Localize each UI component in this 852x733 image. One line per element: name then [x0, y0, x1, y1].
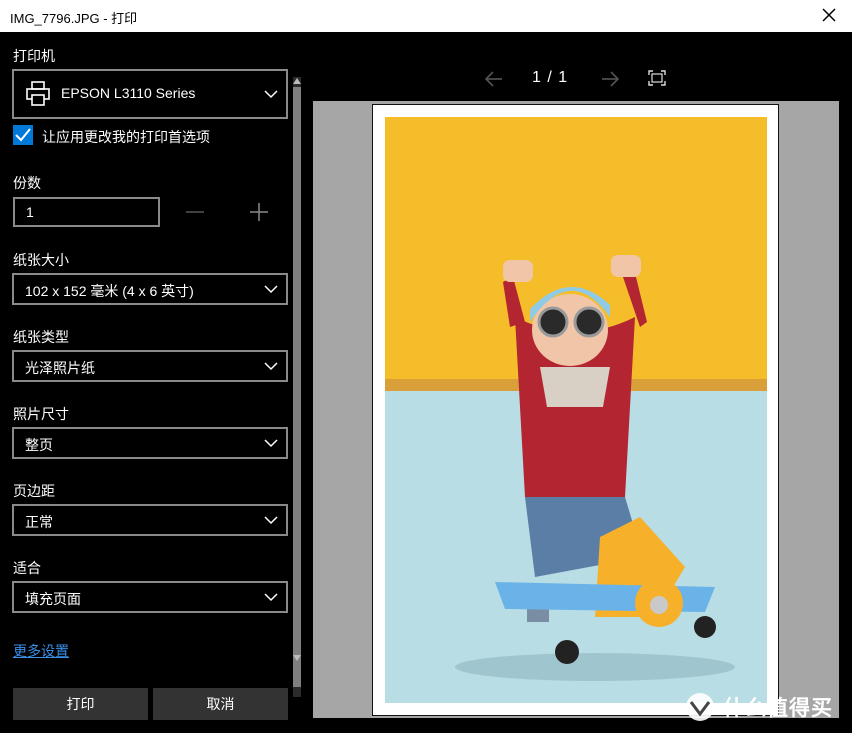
printer-label: 打印机	[13, 48, 55, 64]
more-settings-link[interactable]: 更多设置	[13, 641, 69, 661]
copies-value: 1	[26, 204, 34, 220]
cancel-button[interactable]: 取消	[153, 688, 288, 720]
page-indicator: 1 / 1	[532, 69, 569, 86]
paper-type-value: 光泽照片纸	[25, 360, 95, 376]
title-bar: IMG_7796.JPG - 打印	[0, 0, 852, 32]
plus-icon[interactable]	[249, 202, 269, 222]
close-icon[interactable]	[820, 6, 838, 24]
photo-size-select[interactable]: 整页	[12, 427, 288, 459]
scroll-down-icon[interactable]	[292, 654, 302, 662]
page-navigator: 1 / 1	[306, 66, 852, 92]
settings-panel: 打印机 EPSON L3110 Series 让应用更改我的打印首选项 份数 1…	[0, 32, 306, 733]
app-prefs-label: 让应用更改我的打印首选项	[42, 129, 210, 145]
chevron-down-icon	[264, 439, 278, 448]
photo-shadow	[455, 653, 735, 681]
previous-page-icon[interactable]	[484, 70, 504, 88]
paper-size-label: 纸张大小	[13, 252, 69, 268]
fit-select[interactable]: 填充页面	[12, 581, 288, 613]
chevron-down-icon	[264, 593, 278, 602]
checkmark-icon	[15, 128, 31, 142]
watermark-logo: 什么值得买	[683, 690, 843, 724]
margins-label: 页边距	[13, 483, 55, 499]
fit-label: 适合	[13, 560, 41, 576]
watermark-icon	[686, 693, 714, 721]
margins-value: 正常	[25, 514, 53, 530]
print-button[interactable]: 打印	[13, 688, 148, 720]
scroll-up-icon[interactable]	[292, 77, 302, 85]
next-page-icon[interactable]	[600, 70, 620, 88]
photo-preview	[385, 117, 767, 703]
chevron-down-icon	[264, 516, 278, 525]
copies-label: 份数	[13, 175, 41, 191]
paper-size-select[interactable]: 102 x 152 毫米 (4 x 6 英寸)	[12, 273, 288, 305]
photo-size-value: 整页	[25, 437, 53, 453]
photo-size-label: 照片尺寸	[13, 406, 69, 422]
minus-icon[interactable]	[185, 202, 205, 222]
fit-value: 填充页面	[25, 591, 81, 607]
paper-type-label: 纸张类型	[13, 329, 69, 345]
margins-select[interactable]: 正常	[12, 504, 288, 536]
chevron-down-icon	[264, 362, 278, 371]
printer-icon	[26, 81, 50, 106]
printer-select[interactable]: EPSON L3110 Series	[12, 69, 288, 119]
app-prefs-checkbox[interactable]	[13, 125, 33, 145]
paper-size-value: 102 x 152 毫米 (4 x 6 英寸)	[25, 283, 194, 299]
printer-value: EPSON L3110 Series	[61, 85, 196, 101]
paper-type-select[interactable]: 光泽照片纸	[12, 350, 288, 382]
watermark-text: 什么值得买	[723, 697, 833, 720]
window-title: IMG_7796.JPG - 打印	[10, 11, 138, 26]
copies-input[interactable]: 1	[13, 197, 160, 227]
chevron-down-icon	[264, 90, 278, 99]
chevron-down-icon	[264, 285, 278, 294]
fullscreen-icon[interactable]	[648, 70, 666, 86]
scrollbar-thumb[interactable]	[293, 87, 301, 687]
